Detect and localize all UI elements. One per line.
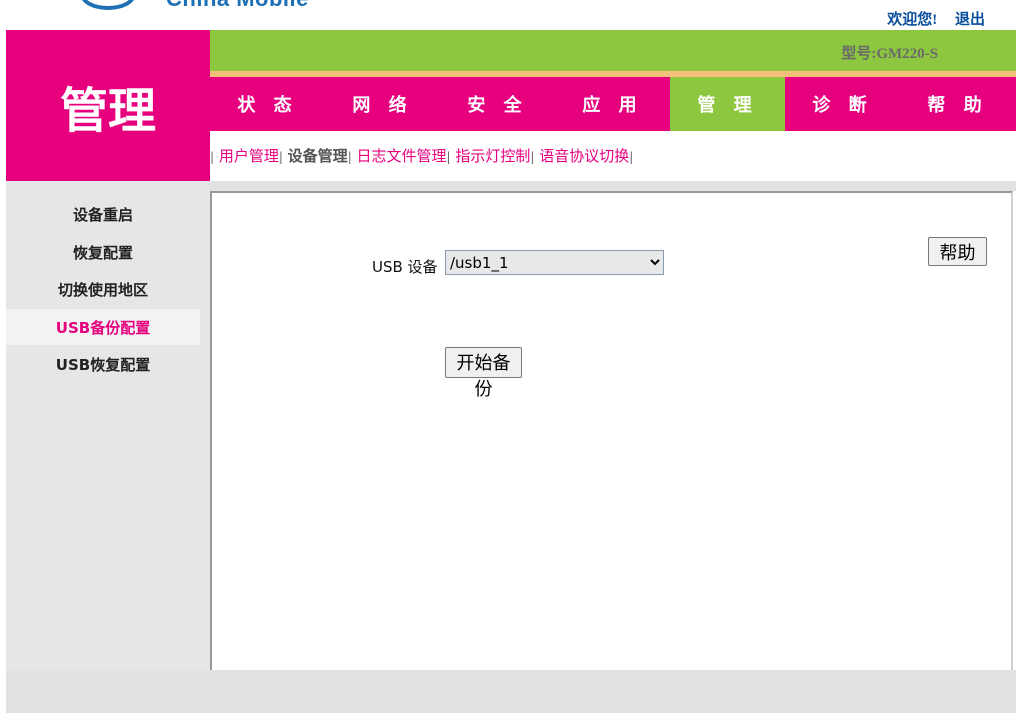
subnav-device-management[interactable]: 设备管理: [288, 147, 348, 165]
sidebar: 设备重启 恢复配置 切换使用地区 USB备份配置 USB恢复配置: [6, 181, 210, 670]
nav-tab-application[interactable]: 应 用: [555, 77, 670, 131]
top-links: 欢迎您! 退出: [873, 8, 985, 29]
content-top-strip: [210, 181, 1016, 191]
section-title: 管理: [6, 30, 210, 181]
subnav-separator: |: [530, 150, 535, 164]
content-panel: USB 设备 /usb1_1 帮助 开始备份: [210, 191, 1013, 670]
sidebar-item-usb-backup[interactable]: USB备份配置: [6, 309, 200, 345]
logo-text: China Mobile: [166, 0, 309, 12]
logo-swirl-icon: [80, 0, 136, 10]
main-nav: 状 态 网 络 安 全 应 用 管 理 诊 断 帮 助: [210, 77, 1016, 131]
subnav-separator: |: [278, 150, 283, 164]
model-label: 型号:GM220-S: [841, 46, 938, 62]
footer-bar: [6, 670, 1016, 713]
nav-tab-security[interactable]: 安 全: [440, 77, 555, 131]
logout-link[interactable]: 退出: [955, 12, 985, 28]
subnav-voice-protocol-switch[interactable]: 语音协议切换: [539, 147, 629, 165]
subnav-separator: |: [210, 150, 215, 164]
start-backup-button[interactable]: 开始备份: [445, 347, 522, 400]
subnav-separator: |: [347, 150, 352, 164]
china-mobile-logo: China Mobile: [60, 0, 360, 14]
sidebar-item-switch-region[interactable]: 切换使用地区: [6, 271, 200, 307]
sidebar-item-restore-config[interactable]: 恢复配置: [6, 234, 200, 270]
sidebar-item-usb-restore[interactable]: USB恢复配置: [6, 346, 200, 382]
nav-tab-help[interactable]: 帮 助: [900, 77, 1015, 131]
subnav-separator: |: [446, 150, 451, 164]
sidebar-item-device-restart[interactable]: 设备重启: [6, 196, 200, 232]
nav-tab-management[interactable]: 管 理: [670, 77, 785, 131]
nav-tab-status[interactable]: 状 态: [210, 77, 325, 131]
sub-nav: | 用户管理| 设备管理| 日志文件管理| 指示灯控制| 语音协议切换|: [210, 145, 1016, 171]
usb-device-label: USB 设备: [372, 258, 438, 276]
subnav-log-file-management[interactable]: 日志文件管理: [357, 147, 447, 165]
nav-tab-diagnosis[interactable]: 诊 断: [785, 77, 900, 131]
welcome-link[interactable]: 欢迎您!: [887, 12, 937, 28]
model-bar: 型号:GM220-S: [210, 30, 1016, 71]
subnav-separator: |: [629, 150, 634, 164]
subnav-indicator-control[interactable]: 指示灯控制: [455, 147, 530, 165]
help-button[interactable]: 帮助: [928, 237, 987, 266]
subnav-user-management[interactable]: 用户管理: [219, 147, 279, 165]
nav-tab-network[interactable]: 网 络: [325, 77, 440, 131]
usb-device-select[interactable]: /usb1_1: [445, 250, 664, 275]
